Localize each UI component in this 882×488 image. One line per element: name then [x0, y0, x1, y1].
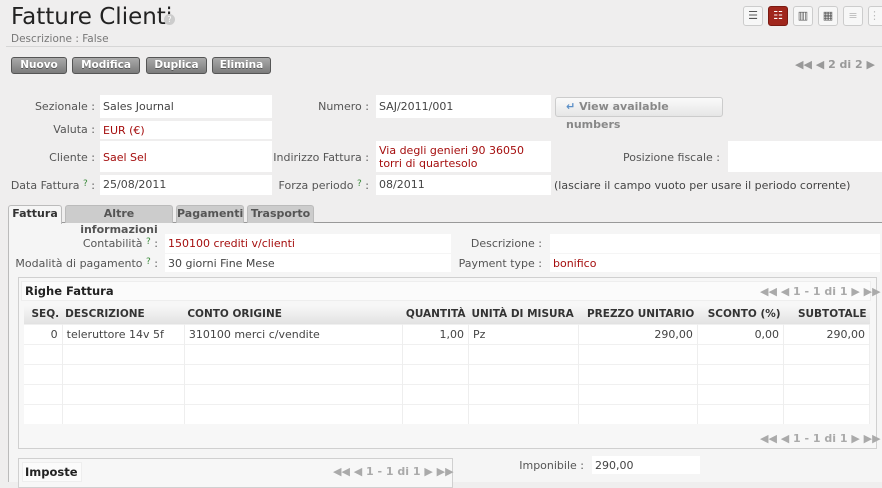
cell-quantita: 1,00	[402, 323, 469, 344]
indirizzo-label: Indirizzo Fattura :	[273, 151, 369, 164]
gantt-view-icon[interactable]: ≡	[843, 6, 863, 26]
col-um[interactable]: UNITÀ DI MISURA	[468, 305, 579, 324]
help-icon[interactable]: ?	[357, 179, 362, 189]
view-numbers-button[interactable]: ↵ View available numbers	[555, 97, 723, 131]
col-conto[interactable]: CONTO ORIGINE	[184, 305, 403, 324]
return-arrow-icon: ↵	[566, 100, 576, 113]
kanban-view-icon[interactable]: ⋮⋮	[868, 6, 882, 26]
sezionale-label: Sezionale :	[34, 100, 95, 113]
col-sconto[interactable]: SCONTO (%)	[697, 305, 784, 324]
page-subtitle: Descrizione : False	[11, 33, 109, 45]
righe-header	[21, 281, 871, 301]
imponibile-label: Imponibile :	[519, 459, 584, 472]
col-prezzo[interactable]: PREZZO UNITARIO	[578, 305, 698, 324]
valuta-field[interactable]: EUR (€)	[100, 121, 272, 139]
data-fattura-label: Data Fattura ? :	[10, 179, 95, 192]
table-row[interactable]: 0 teleruttore 14v 5f 310100 merci c/vend…	[24, 323, 870, 344]
cell-sconto: 0,00	[697, 323, 785, 344]
contabilita-field[interactable]: 150100 crediti v/clienti	[165, 234, 451, 253]
numero-field[interactable]: SAJ/2011/001	[376, 95, 551, 118]
contabilita-label: Contabilità ? :	[82, 237, 158, 250]
payment-type-field[interactable]: bonifico	[550, 254, 880, 272]
periodo-hint: (lasciare il campo vuoto per usare il pe…	[554, 179, 851, 192]
col-seq[interactable]: SEQ.	[24, 305, 63, 324]
tab-pagamenti[interactable]: Pagamenti	[176, 205, 244, 223]
divider	[6, 46, 882, 47]
periodo-label: Forza periodo ? :	[278, 179, 369, 192]
indirizzo-field[interactable]: Via degli genieri 90 36050 torri di quar…	[376, 141, 551, 172]
cliente-field[interactable]: Sael Sel	[100, 141, 272, 172]
col-descrizione[interactable]: DESCRIZIONE	[62, 305, 185, 324]
pager-text: 1 - 1 di 1	[366, 465, 421, 478]
sezionale-field[interactable]: Sales Journal	[100, 95, 272, 118]
new-button[interactable]: Nuovo	[11, 57, 67, 74]
tab-fattura[interactable]: Fattura	[8, 205, 62, 224]
data-fattura-text: Data Fattura	[10, 179, 80, 192]
payment-type-label: Payment type :	[458, 257, 542, 270]
list-view-icon[interactable]: ☰	[743, 6, 763, 26]
graph-view-icon[interactable]: ▥	[793, 6, 813, 26]
duplicate-button[interactable]: Duplica	[146, 57, 207, 74]
imposte-title: Imposte	[25, 465, 78, 479]
first-icon[interactable]: ◀◀	[795, 58, 812, 71]
pager-text: 1 - 1 di 1	[793, 285, 848, 298]
prev-icon[interactable]: ◀	[816, 58, 824, 71]
table-row-empty	[24, 343, 870, 364]
help-icon[interactable]: ?	[146, 237, 151, 247]
col-subtotale[interactable]: SUBTOTALE	[783, 305, 870, 324]
cell-descrizione: teleruttore 14v 5f	[62, 323, 185, 344]
contabilita-text: Contabilità	[82, 237, 143, 250]
next-icon[interactable]: ▶	[867, 58, 875, 71]
righe-pager-bottom: ◀◀ ◀ 1 - 1 di 1 ▶ ▶▶	[760, 432, 881, 445]
imposte-pager: ◀◀ ◀ 1 - 1 di 1 ▶ ▶▶	[333, 465, 454, 478]
righe-table: SEQ. DESCRIZIONE CONTO ORIGINE QUANTITÀ …	[24, 305, 870, 424]
cell-seq: 0	[24, 323, 63, 344]
data-fattura-field[interactable]: 25/08/2011	[100, 175, 272, 195]
cell-prezzo: 290,00	[578, 323, 698, 344]
modalita-field[interactable]: 30 giorni Fine Mese	[165, 254, 451, 272]
posizione-field[interactable]	[728, 141, 882, 172]
cell-um: Pz	[468, 323, 580, 344]
pager-text: 2 di 2	[828, 58, 863, 71]
view-numbers-label: View available numbers	[566, 100, 669, 131]
table-row-empty	[24, 403, 870, 424]
edit-button[interactable]: Modifica	[72, 57, 140, 74]
record-pager: ◀◀ ◀ 2 di 2 ▶	[795, 58, 875, 71]
modalita-text: Modalità di pagamento	[15, 257, 143, 270]
periodo-text: Forza periodo	[278, 179, 354, 192]
cell-conto: 310100 merci c/vendite	[184, 323, 404, 344]
table-row-empty	[24, 363, 870, 384]
tab-trasporto[interactable]: Trasporto	[247, 205, 314, 223]
imponibile-field: 290,00	[592, 456, 700, 474]
cliente-label: Cliente :	[49, 151, 95, 164]
help-icon[interactable]: ?	[146, 257, 151, 267]
col-quantita[interactable]: QUANTITÀ	[402, 305, 469, 324]
righe-title: Righe Fattura	[25, 284, 114, 298]
numero-label: Numero :	[318, 100, 369, 113]
righe-pager-top: ◀◀ ◀ 1 - 1 di 1 ▶ ▶▶	[760, 285, 881, 298]
valuta-label: Valuta :	[53, 123, 95, 136]
tab-altre-informazioni[interactable]: Altre informazioni	[65, 205, 173, 236]
posizione-label: Posizione fiscale :	[622, 151, 720, 164]
periodo-field[interactable]: 08/2011	[376, 175, 551, 195]
descrizione-label: Descrizione :	[470, 237, 542, 250]
delete-button[interactable]: Elimina	[212, 57, 271, 74]
help-icon[interactable]: ?	[164, 14, 175, 25]
descrizione-field[interactable]	[550, 234, 880, 253]
cell-subtotale: 290,00	[783, 323, 870, 344]
pager-text: 1 - 1 di 1	[793, 432, 848, 445]
page-title: Fatture Clienti	[11, 4, 173, 30]
calendar-view-icon[interactable]: ▦	[818, 6, 838, 26]
form-view-icon[interactable]: ☷	[768, 6, 788, 26]
help-icon[interactable]: ?	[83, 179, 88, 189]
modalita-label: Modalità di pagamento ? :	[15, 257, 158, 270]
table-row-empty	[24, 383, 870, 404]
